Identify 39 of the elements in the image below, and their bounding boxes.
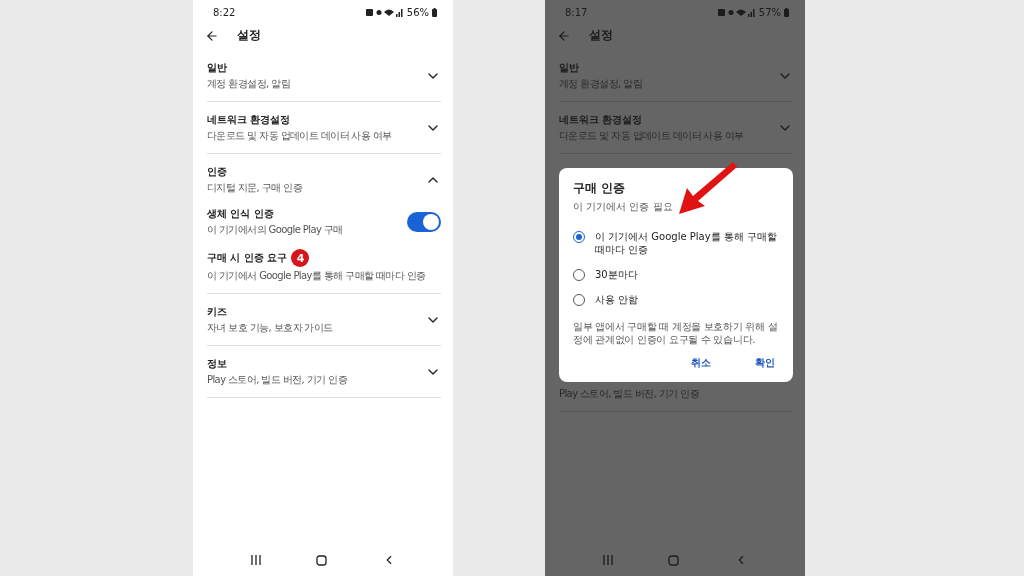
recent-apps-icon[interactable]	[250, 555, 261, 565]
radio-label[interactable]: 30분마다	[595, 268, 638, 281]
setting-title: 생체 인식 인증	[207, 207, 274, 221]
battery-icon	[432, 7, 437, 17]
dialog-button[interactable]: 취소	[687, 354, 715, 372]
section-subtitle: 디지털 지문, 구매 인증	[207, 181, 302, 195]
step-badge: 4	[291, 249, 310, 267]
battery-level: 56%	[406, 6, 429, 18]
section-title: 키즈	[207, 305, 228, 319]
status-time: 8:17	[565, 6, 588, 18]
setting-subtitle: 이 기기에서의 Google Play 구매	[207, 223, 343, 237]
page-title: 설정	[589, 27, 613, 44]
section-title: 일반	[559, 61, 580, 75]
dialog-subtitle: 이 기기에서 인증 필요	[573, 200, 674, 214]
section-subtitle: 다운로드 및 자동 업데이트 데이터 사용 여부	[207, 129, 392, 143]
status-icons-drawing	[717, 7, 756, 17]
setting-subtitle: 이 기기에서 Google Play를 통해 구매할 때마다 인증	[207, 269, 426, 283]
section-title: 정보	[207, 357, 228, 371]
section-subtitle: 자녀 보호 기능, 보호자 가이드	[207, 321, 333, 335]
battery-level: 57%	[758, 6, 781, 18]
dialog-title: 구매 인증	[573, 180, 627, 197]
dialog-button[interactable]: 확인	[751, 354, 779, 372]
section-title: 네트워크 환경설정	[207, 113, 292, 127]
status-icons-drawing	[365, 7, 404, 17]
section-title: 일반	[207, 61, 228, 75]
section-title: 인증	[207, 165, 228, 179]
home-icon[interactable]	[315, 554, 327, 566]
section-subtitle: Play 스토어, 빌드 버전, 기기 인증	[207, 373, 347, 387]
radio-label[interactable]: 이 기기에서 Google Play를 통해 구매할 때마다 인증	[595, 230, 779, 256]
setting-title: 구매 시 인증 요구	[207, 251, 288, 265]
page-title: 설정	[237, 27, 261, 44]
status-time: 8:22	[213, 6, 236, 18]
section-title: 네트워크 환경설정	[559, 113, 644, 127]
battery-icon	[784, 7, 789, 17]
radio-label[interactable]: 사용 안함	[595, 293, 639, 306]
dialog-note: 일부 앱에서 구매할 때 계정을 보호하기 위해 설정에 관계없이 인증이 요구될 수 있습니다.	[573, 320, 779, 346]
toggle-switch[interactable]	[407, 212, 441, 232]
back-arrow-icon[interactable]	[205, 28, 219, 43]
section-subtitle: 계정 환경설정, 알림	[207, 77, 290, 91]
